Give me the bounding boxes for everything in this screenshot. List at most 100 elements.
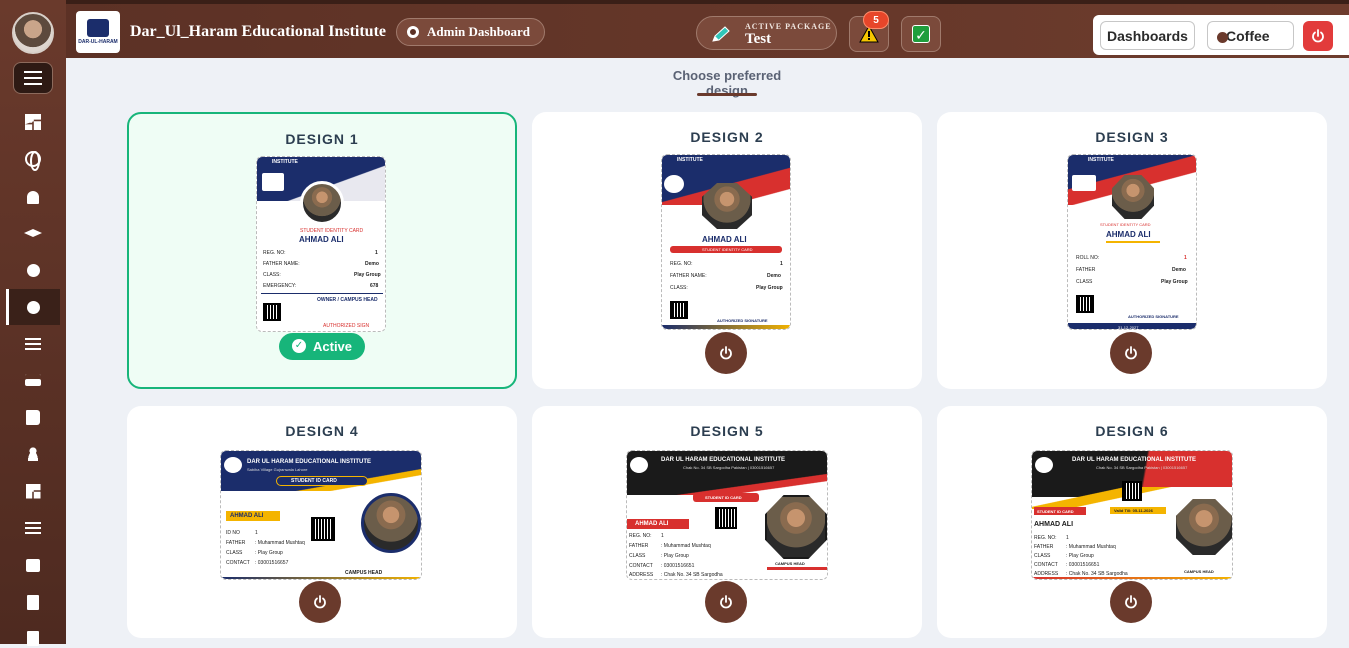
grid-icon: [25, 114, 41, 130]
design-card-6[interactable]: DESIGN 6 DAR UL HARAM EDUCATIONAL INSTIT…: [937, 406, 1327, 638]
card-school-name: INSTITUTE: [677, 157, 703, 163]
sidebar-item-notifications[interactable]: [23, 187, 43, 207]
card-contact-label: CONTACT: [1034, 562, 1058, 568]
card-class-value: : Play Group: [661, 553, 689, 559]
sidebar-item-widgets[interactable]: [23, 481, 43, 501]
card-reg-label: REG. NO:: [1034, 535, 1057, 541]
card-auth-label: AUTHORIZED SIGNATURE: [1128, 314, 1179, 319]
sidebar: [0, 0, 66, 646]
sidebar-item-academics[interactable]: [23, 224, 43, 244]
sidebar-item-cards[interactable]: [23, 370, 43, 390]
card-contact-label: CONTACT: [226, 560, 250, 566]
card-student-name: AHMAD ALI: [1034, 521, 1074, 528]
sidebar-item-documents[interactable]: [23, 592, 43, 612]
card-campus-head: CAMPUS HEAD: [775, 561, 805, 566]
sidebar-item-inventory[interactable]: [23, 555, 43, 575]
power-icon: [1312, 29, 1324, 43]
bell-icon: [27, 190, 39, 204]
menu-toggle-button[interactable]: [13, 62, 53, 94]
sidebar-item-more[interactable]: [23, 628, 43, 648]
card-student-name: AHMAD ALI: [635, 521, 669, 527]
card-reg-value: 1: [1066, 535, 1069, 541]
card-father-label: FATHER NAME:: [263, 261, 300, 267]
theme-coffee-button[interactable]: Coffee: [1207, 21, 1294, 50]
active-package-badge[interactable]: ACTIVE PACKAGE Test: [696, 16, 837, 50]
activate-design-button[interactable]: [1110, 332, 1152, 374]
card-school-name: DAR UL HARAM EDUCATIONAL INSTITUTE: [1072, 457, 1196, 463]
sidebar-item-reports[interactable]: [23, 518, 43, 538]
pen-icon: [712, 26, 730, 42]
sidebar-item-users[interactable]: [23, 444, 43, 464]
alerts-count-badge: 5: [863, 11, 889, 29]
card-icon: [25, 374, 41, 386]
card-contact-value: : 03001516651: [661, 563, 695, 569]
card-reg-label: REG. NO:: [263, 250, 286, 256]
institute-logo: DAR-UL-HARAM: [76, 11, 120, 53]
tasks-button[interactable]: ✓: [901, 16, 941, 52]
globe-icon: [25, 151, 41, 171]
card-label: STUDENT ID CARD: [291, 478, 337, 484]
list-icon: [25, 338, 41, 350]
design-card-4[interactable]: DESIGN 4 DAR UL HARAM EDUCATIONAL INSTIT…: [127, 406, 517, 638]
card-father-label: FATHER NAME:: [670, 273, 707, 279]
card-contact-value: : 03001516651: [1066, 562, 1100, 568]
sidebar-item-circle[interactable]: [23, 260, 43, 280]
design-card-2[interactable]: DESIGN 2 INSTITUTE AHMAD ALI STUDENT IDE…: [532, 112, 922, 389]
activate-design-button[interactable]: [705, 332, 747, 374]
sidebar-item-list[interactable]: [23, 334, 43, 354]
card-address-line: Chak No. 34 SB Sargodha Pakistan | 03001…: [1096, 465, 1188, 470]
card-reg-value: 1: [780, 261, 783, 267]
card-auth-label: AUTHORIZED SIGNATURE: [717, 318, 768, 323]
card-father-label: FATHER: [1034, 544, 1054, 550]
logout-button[interactable]: [1303, 21, 1333, 51]
card-campus-head: CAMPUS HEAD: [345, 570, 383, 576]
power-icon: [1125, 595, 1137, 609]
admin-dashboard-toggle[interactable]: Admin Dashboard: [396, 18, 545, 46]
card-contact-label: CONTACT: [629, 563, 653, 569]
design-title: DESIGN 4: [285, 423, 359, 439]
activate-design-button[interactable]: [299, 581, 341, 623]
design-title: DESIGN 1: [285, 131, 359, 147]
power-icon: [314, 595, 326, 609]
card-school-name: INSTITUTE: [272, 159, 298, 165]
active-badge[interactable]: ✓ Active: [279, 333, 365, 360]
design-card-3[interactable]: DESIGN 3 INSTITUTE STUDENT IDENTITY CARD…: [937, 112, 1327, 389]
topbar: DAR-UL-HARAM Dar_Ul_Haram Educational In…: [66, 0, 1349, 58]
sidebar-item-dashboard[interactable]: [23, 112, 43, 132]
sidebar-item-web[interactable]: [23, 149, 43, 171]
card-father-value: Demo: [767, 273, 781, 279]
briefcase-icon: [26, 558, 40, 572]
card-class-value: : Play Group: [1066, 553, 1094, 559]
card-father-label: FATHER: [629, 543, 649, 549]
admin-dashboard-label: Admin Dashboard: [427, 24, 530, 39]
card-father-label: FATHER: [226, 540, 246, 546]
card-class-value: Play Group: [1161, 279, 1188, 285]
card-class-label: CLASS: [1076, 279, 1093, 285]
color-dot-icon: [1217, 32, 1228, 43]
design-card-1[interactable]: DESIGN 1 INSTITUTE STUDENT IDENTITY CARD…: [127, 112, 517, 389]
graduation-cap-icon: [24, 229, 42, 237]
sidebar-item-library[interactable]: [23, 407, 43, 427]
card-address-line: Chak No. 34 SB Sargodha Pakistan | 03001…: [683, 465, 775, 470]
activate-design-button[interactable]: [705, 581, 747, 623]
card-reg-value: 1: [1184, 255, 1187, 261]
card-father-value: Demo: [1172, 267, 1186, 273]
id-card-preview: DAR UL HARAM EDUCATIONAL INSTITUTE Chak …: [1031, 450, 1233, 580]
card-student-name: AHMAD ALI: [702, 235, 747, 244]
sidebar-item-id-cards[interactable]: [6, 289, 60, 325]
card-contact-value: : 03001516657: [255, 560, 289, 566]
id-card-preview: INSTITUTE STUDENT IDENTITY CARD AHMAD AL…: [256, 156, 386, 332]
package-value: Test: [745, 31, 772, 47]
card-student-name: AHMAD ALI: [230, 513, 264, 519]
design-card-5[interactable]: DESIGN 5 DAR UL HARAM EDUCATIONAL INSTIT…: [532, 406, 922, 638]
design-title: DESIGN 5: [690, 423, 764, 439]
avatar[interactable]: [12, 12, 54, 54]
card-reg-label: REG. NO:: [629, 533, 652, 539]
card-emergency-value: 678: [370, 283, 379, 289]
card-roll-label: ROLL NO:: [1076, 255, 1100, 261]
card-auth-label: AUTHORIZED SIGN: [323, 323, 370, 329]
activate-design-button[interactable]: [1110, 581, 1152, 623]
dashboards-button[interactable]: Dashboards: [1100, 21, 1195, 50]
card-campus-head: CAMPUS HEAD: [1184, 569, 1214, 574]
circle-icon: [26, 300, 40, 314]
